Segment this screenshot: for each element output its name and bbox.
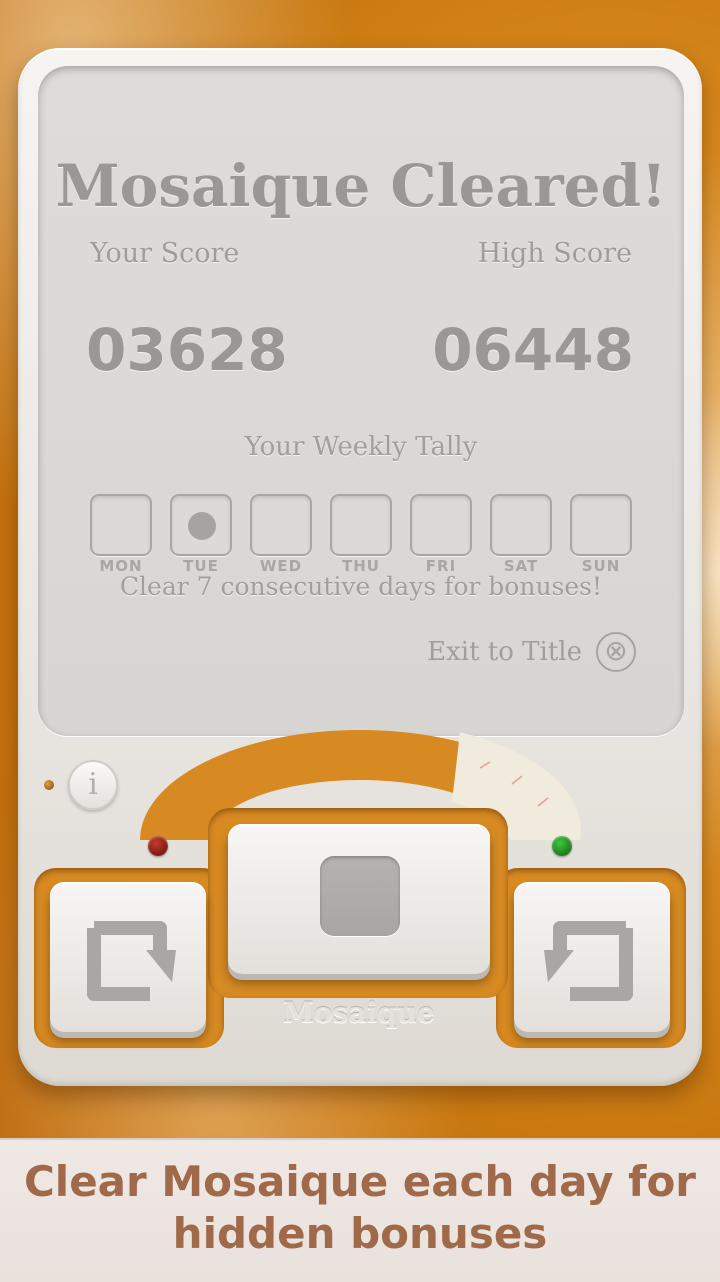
day-box [490,494,552,556]
cleared-dot-icon [188,512,216,540]
close-circle-icon: ⊗ [596,632,636,672]
high-score-value: 06448 [432,316,634,384]
your-score-label: Your Score [90,238,240,269]
day-mon: MON [90,494,152,580]
exit-to-title-button[interactable]: Exit to Title ⊗ [427,630,636,674]
brand-logo: Mosaique [283,996,435,1029]
results-screen: Mosaique Cleared! Your Score High Score … [38,66,684,736]
center-action-button[interactable] [228,824,490,974]
day-sat: SAT [490,494,552,580]
caption-banner: Clear Mosaique each day for hidden bonus… [0,1138,720,1282]
info-button[interactable]: i [68,760,118,810]
indicator-led [44,780,54,790]
weekly-tally: MON TUE WED THU FRI SAT SUN [90,494,635,580]
rotate-right-button[interactable] [514,882,670,1032]
day-sun: SUN [570,494,632,580]
weekly-tally-title: Your Weekly Tally [244,432,478,462]
day-box [330,494,392,556]
page-title: Mosaique Cleared! [55,152,667,220]
device-frame: Mosaique Cleared! Your Score High Score … [18,48,702,1086]
day-thu: THU [330,494,392,580]
green-status-led [552,836,572,856]
bonus-hint: Clear 7 consecutive days for bonuses! [119,572,603,601]
exit-label: Exit to Title [427,637,582,667]
caption-text: Clear Mosaique each day for hidden bonus… [23,1157,697,1258]
red-status-led [148,836,168,856]
day-tue: TUE [170,494,232,580]
day-box [170,494,232,556]
day-box [90,494,152,556]
day-box [570,494,632,556]
rotate-clockwise-icon [544,921,633,1001]
day-box [410,494,472,556]
square-stop-icon [320,856,400,936]
day-box [250,494,312,556]
day-wed: WED [250,494,312,580]
high-score-label: High Score [477,238,632,269]
day-fri: FRI [410,494,472,580]
rotate-left-button[interactable] [50,882,206,1032]
your-score-value: 03628 [86,316,288,384]
rotate-counterclockwise-icon [87,921,176,1001]
